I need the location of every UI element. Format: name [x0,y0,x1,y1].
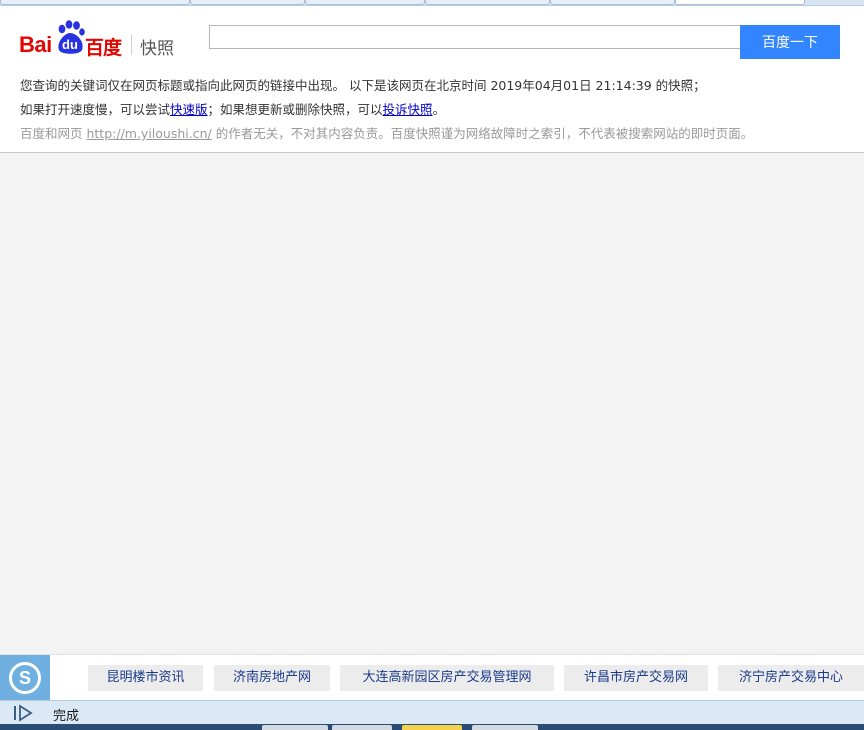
notice-text: 如果打开速度慢，可以尝试 [20,102,171,117]
taskbar-button[interactable] [262,725,328,730]
snapshot-disclaimer: 百度和网页 http://m.yiloushi.cn/ 的作者无关，不对其内容负… [20,126,753,142]
sogou-s-glyph: S [9,662,41,694]
browser-tab[interactable] [190,0,305,5]
notice-text: ；如果想更新或删除快照，可以 [207,102,383,117]
browser-tab-active[interactable] [675,0,805,5]
sogou-s-icon[interactable]: S [0,655,50,701]
logo-divider [131,35,132,55]
footer-link[interactable]: 许昌市房产交易网 [564,665,708,691]
disclaimer-text: 的作者无关，不对其内容负责。百度快照谨为网络故障时之索引，不代表被搜索网站的即时… [211,126,754,141]
footer-link[interactable]: 济宁房产交易中心 [718,665,864,691]
snapshot-notice-line1: 您查询的关键词仅在网页标题或指向此网页的链接中出现。 以下是该网页在北京时间 2… [20,78,706,93]
report-snapshot-link[interactable]: 投诉快照 [383,102,433,117]
browser-tab[interactable] [0,0,190,5]
snapshot-notice-line2: 如果打开速度慢，可以尝试快速版；如果想更新或删除快照，可以投诉快照。 [20,102,445,118]
status-bar: 完成 [0,700,864,724]
taskbar [0,724,864,730]
baidu-logo[interactable]: Bai du 百度 快照 [19,20,179,59]
browser-tab[interactable] [305,0,425,5]
browser-tab[interactable] [550,0,675,5]
taskbar-button[interactable] [472,725,538,730]
logo-text-bai: Bai [19,32,52,57]
status-text: 完成 [53,709,80,724]
notice-text: 。 [432,102,446,117]
footer-link[interactable]: 济南房地产网 [214,665,330,691]
logo-text-kuaizhao: 快照 [140,39,174,59]
taskbar-button[interactable] [332,725,392,730]
sogou-link-bar: S 昆明楼市资讯 济南房地产网 大连高新园区房产交易管理网 许昌市房产交易网 济… [0,654,864,701]
logo-text-du: du [62,37,78,52]
page-status-icon[interactable] [12,704,34,722]
disclaimer-text: 百度和网页 [20,126,87,141]
footer-link[interactable]: 大连高新园区房产交易管理网 [340,665,554,691]
search-input[interactable] [209,25,741,49]
taskbar-button-active[interactable] [402,725,462,730]
search-button[interactable]: 百度一下 [740,25,840,59]
fast-version-link[interactable]: 快速版 [170,102,208,117]
browser-window: Bai du 百度 快照 百度一下 您查询的关键词仅在网页标题或指向此网页的链接… [0,0,864,730]
source-url-link[interactable]: http://m.yiloushi.cn/ [86,126,211,141]
snapshot-header: Bai du 百度 快照 百度一下 您查询的关键词仅在网页标题或指向此网页的链接… [0,6,864,153]
footer-link[interactable]: 昆明楼市资讯 [88,665,203,691]
logo-text-baidu: 百度 [85,37,122,59]
browser-tab[interactable] [425,0,550,5]
